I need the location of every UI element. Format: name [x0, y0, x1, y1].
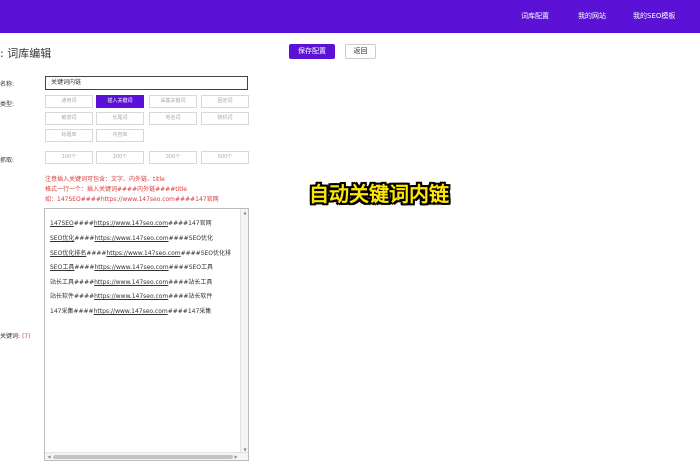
horizontal-scroll-thumb[interactable] — [53, 455, 233, 459]
line-url: https://www.147seo.com — [93, 308, 168, 315]
page-title: : 词库编辑 — [0, 47, 52, 60]
count-label: 抓取: — [0, 157, 15, 164]
note-line: 注意插入关键词可包含：文字、内外链、title — [45, 176, 165, 183]
type-chip-content-library[interactable]: 内容库 — [96, 129, 144, 142]
line-url: https://www.147seo.com — [106, 250, 181, 257]
line-keyword: 147SEO — [50, 220, 74, 227]
line-title: SEO优化排 — [200, 250, 232, 257]
nav-lexicon-config[interactable]: 词库配置 — [521, 0, 549, 33]
overlay-caption: 自动关键词内链 — [309, 182, 449, 206]
count-chip-100[interactable]: 100个 — [45, 151, 93, 164]
type-chip-insert-keyword[interactable]: 插入关键词 — [96, 95, 144, 108]
save-config-button[interactable]: 保存配置 — [289, 44, 335, 59]
name-input[interactable]: 关键词内链 — [45, 76, 248, 90]
count-chip-300[interactable]: 300个 — [149, 151, 197, 164]
count-chip-500[interactable]: 500个 — [201, 151, 249, 164]
nav-my-sites[interactable]: 我的网站 — [578, 0, 606, 33]
keywords-count: (7) — [21, 333, 31, 340]
scroll-right-icon[interactable]: ▶ — [233, 454, 239, 460]
line-keyword: 147采集 — [50, 308, 74, 315]
editor-line: 站长软件####https://www.147seo.com####站长软件 — [50, 293, 213, 300]
type-chip-random[interactable]: 随机词 — [201, 112, 249, 125]
line-url: https://www.147seo.com — [94, 235, 169, 242]
top-nav-bar: 词库配置 我的网站 我的SEO模板 — [0, 0, 700, 33]
line-url: https://www.147seo.com — [94, 293, 169, 300]
type-chip-title-library[interactable]: 标题库 — [45, 129, 93, 142]
line-title: 站长工具 — [188, 279, 213, 286]
note-line: 如：147SEO####https://www.147seo.com####14… — [45, 196, 219, 203]
line-url: https://www.147seo.com — [94, 264, 169, 271]
editor-line: SEO工具####https://www.147seo.com####SEO工具 — [50, 264, 214, 271]
vertical-scrollbar[interactable]: ▲ ▼ — [240, 209, 248, 454]
line-keyword: SEO优化排名 — [50, 250, 87, 257]
line-title: SEO工具 — [188, 264, 214, 271]
note-line: 格式一行一个：插入关键词####内外链####title — [45, 186, 187, 193]
line-keyword: SEO工具 — [50, 264, 75, 271]
back-button[interactable]: 返回 — [345, 44, 376, 59]
line-keyword: SEO优化 — [50, 235, 75, 242]
editor-line: SEO优化排名####https://www.147seo.com####SEO… — [50, 250, 232, 257]
count-chip-200[interactable]: 200个 — [96, 151, 144, 164]
format-notes: 注意插入关键词可包含：文字、内外链、title 格式一行一个：插入关键词####… — [45, 175, 219, 205]
editor-line: 147SEO####https://www.147seo.com####147官… — [50, 220, 212, 227]
nav-my-seo-templates[interactable]: 我的SEO模板 — [633, 0, 675, 33]
keywords-textarea[interactable]: 147SEO####https://www.147seo.com####147官… — [44, 208, 249, 461]
type-chip-place-name[interactable]: 地名词 — [149, 112, 197, 125]
name-label: 名称: — [0, 81, 15, 88]
editor-line: 站长工具####https://www.147seo.com####站长工具 — [50, 279, 213, 286]
type-chip-general[interactable]: 通用词 — [45, 95, 93, 108]
scroll-left-icon[interactable]: ◀ — [46, 454, 52, 460]
type-chip-long-tail[interactable]: 长尾词 — [96, 112, 144, 125]
line-url: https://www.147seo.com — [93, 220, 169, 227]
line-title: 站长软件 — [188, 293, 213, 300]
line-url: https://www.147seo.com — [94, 279, 169, 286]
type-chip-sensitive[interactable]: 敏感词 — [45, 112, 93, 125]
editor-line: 147采集####https://www.147seo.com####147采集 — [50, 308, 212, 315]
line-title: 147采集 — [187, 308, 212, 315]
type-chip-fixed-word[interactable]: 固定词 — [201, 95, 249, 108]
keywords-label: 关键词: (7) — [0, 331, 30, 340]
line-keyword: 站长软件 — [50, 293, 75, 300]
line-title: SEO优化 — [188, 235, 214, 242]
line-keyword: 站长工具 — [50, 279, 75, 286]
horizontal-scrollbar[interactable]: ◀ ▶ — [45, 452, 248, 460]
line-title: 147官网 — [188, 220, 212, 227]
type-chip-collect-keyword[interactable]: 采集关键词 — [149, 95, 197, 108]
keywords-label-text: 关键词: — [0, 333, 21, 340]
editor-line: SEO优化####https://www.147seo.com####SEO优化 — [50, 235, 214, 242]
type-label: 类型: — [0, 101, 15, 108]
scroll-up-icon[interactable]: ▲ — [242, 210, 248, 216]
